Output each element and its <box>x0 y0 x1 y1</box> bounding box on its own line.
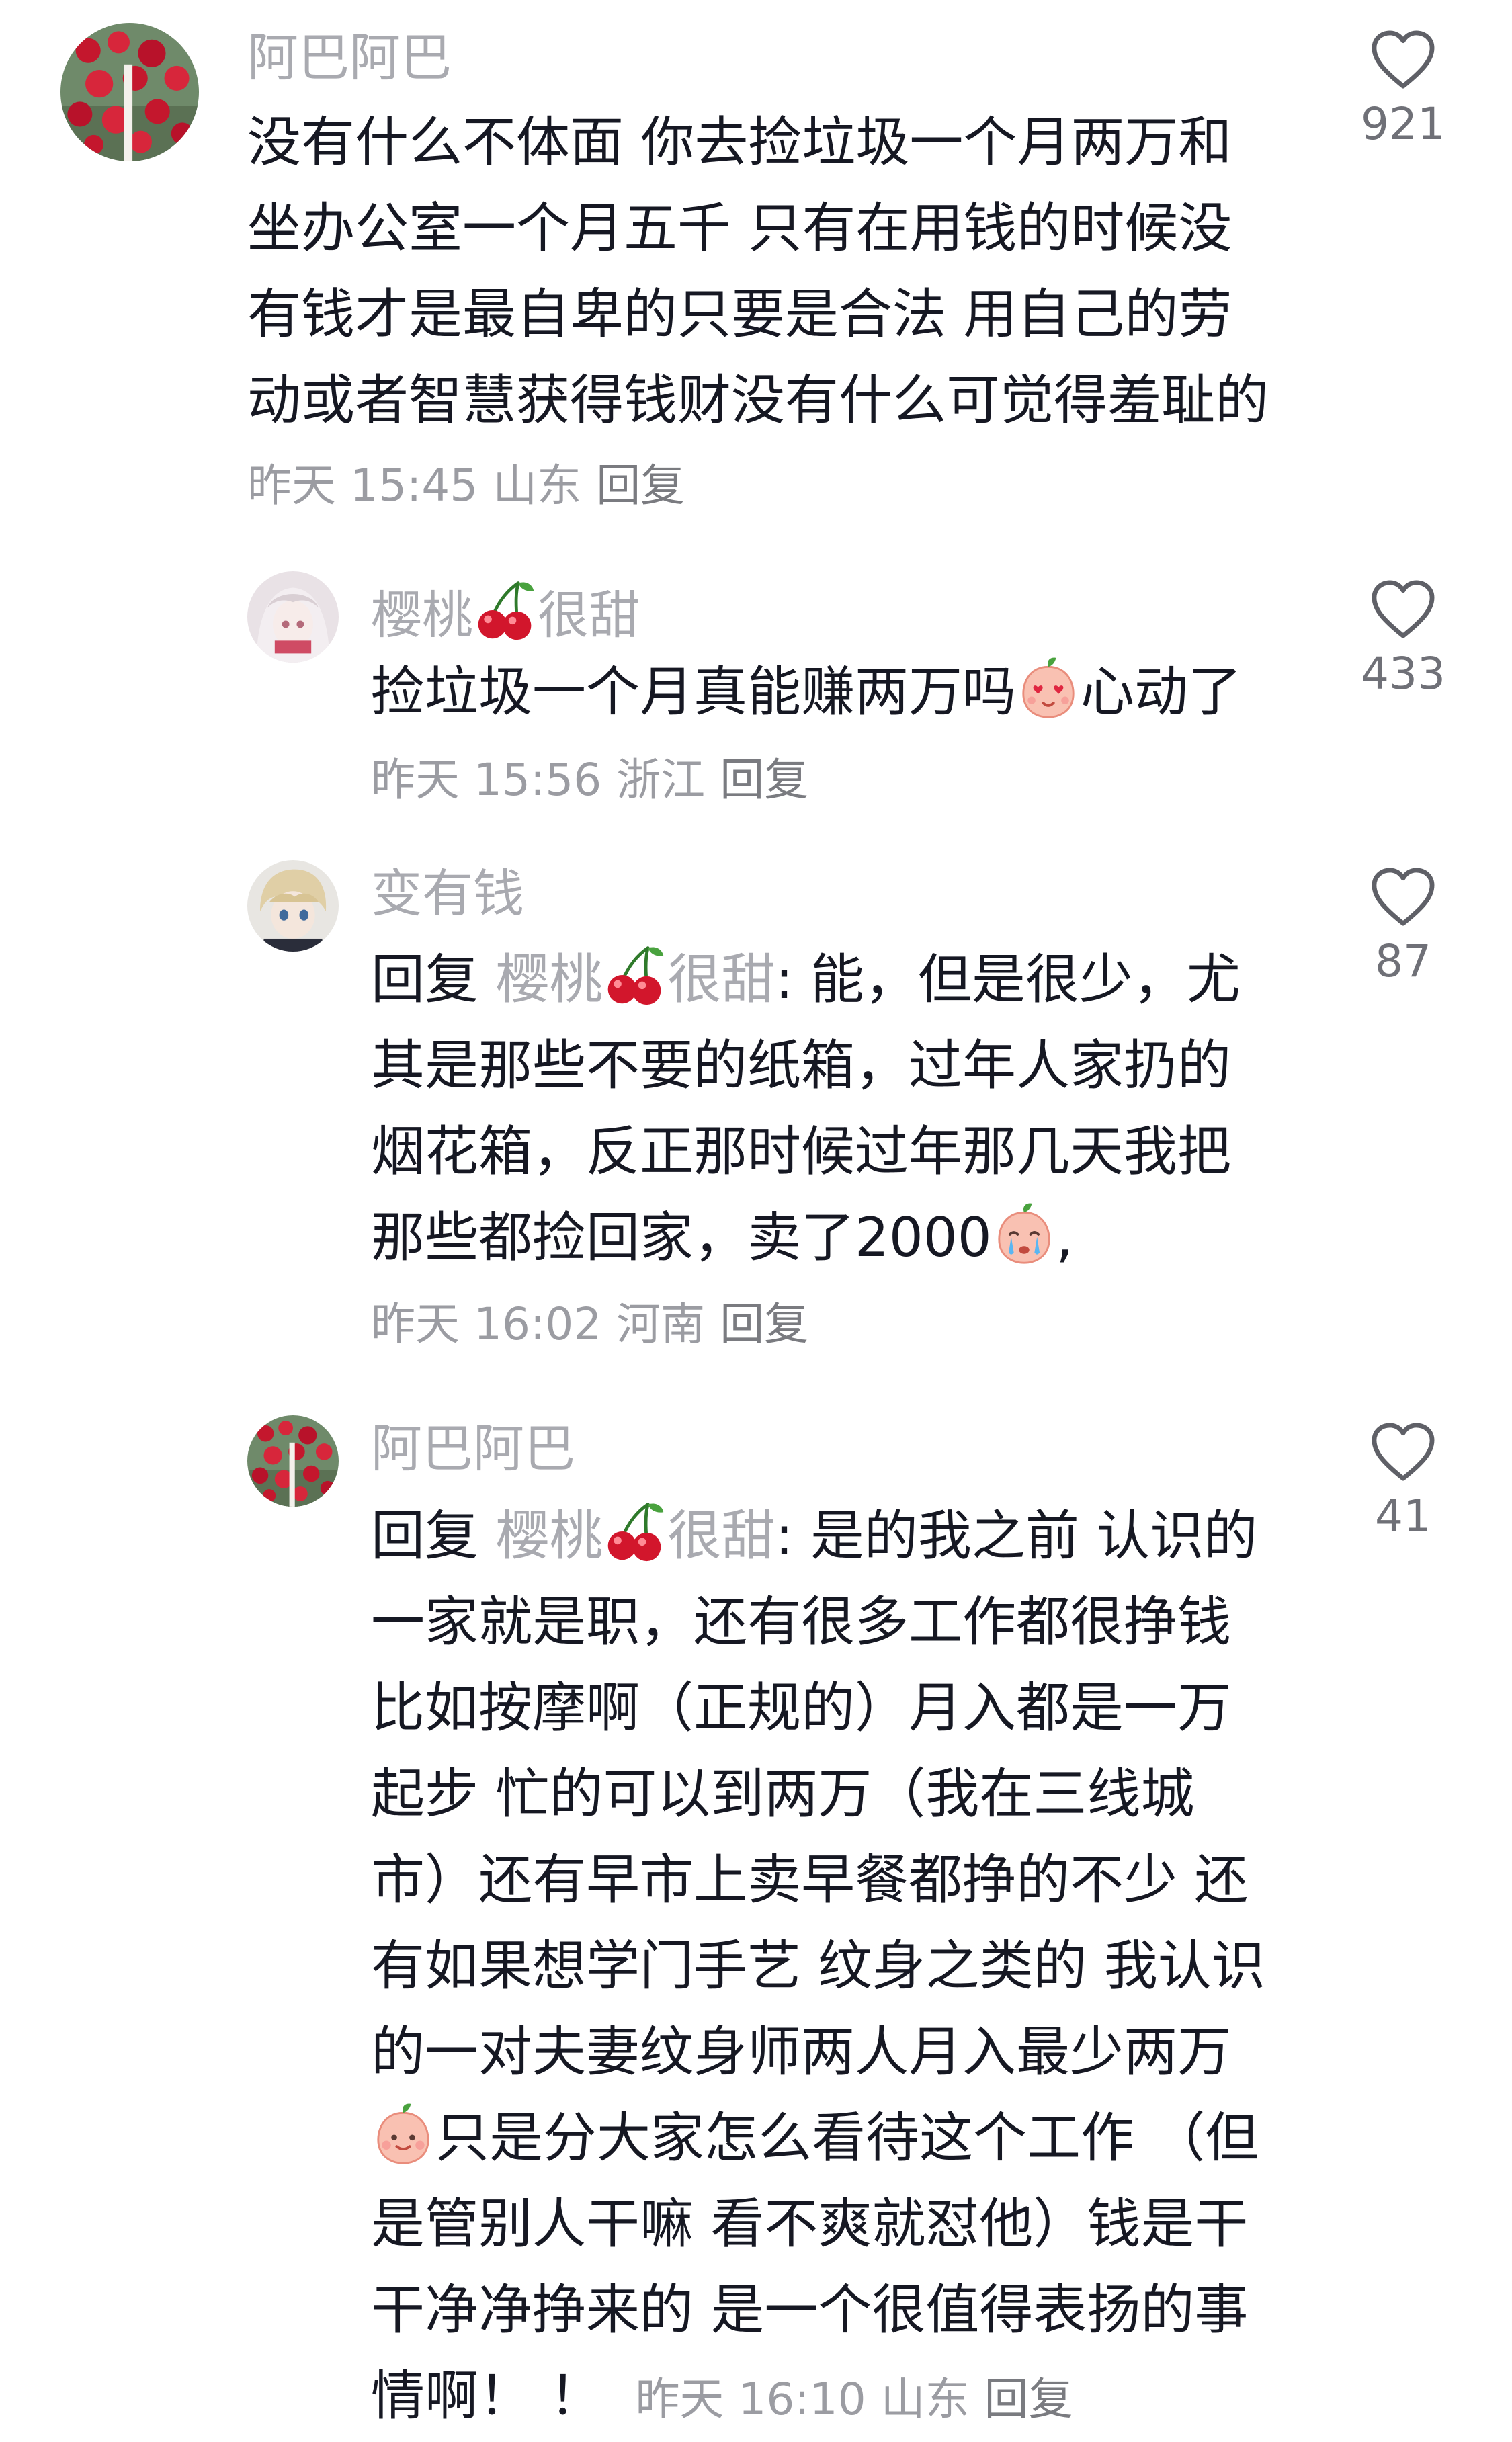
comment-text-line: 干净净挣来的 是一个很值得表扬的事 <box>371 2279 1249 2341</box>
comment-meta: 昨天 16:10 山东 回复 <box>635 2373 1087 2425</box>
heart-outline-icon <box>1370 30 1436 90</box>
cherry-emoji <box>603 943 667 1007</box>
comment-location: 河南 <box>616 1298 706 1350</box>
peach-crying-emoji <box>992 1201 1056 1265</box>
comment-text-line: 比如按摩啊（正规的）月入都是一万 <box>371 1677 1231 1739</box>
avatar[interactable] <box>247 1415 339 1507</box>
avatar[interactable] <box>247 860 339 952</box>
comment-text-line: 一家就是职，还有很多工作都很挣钱 <box>371 1591 1231 1653</box>
username-text: 樱桃 <box>371 585 473 645</box>
heart-outline-icon <box>1370 867 1436 927</box>
like-button[interactable]: 433 <box>1343 579 1464 696</box>
username-text: 樱桃 <box>495 1505 603 1567</box>
comment-text: 没有什么不体面 你去捡垃圾一个月两万和 坐办公室一个月五千 只有在用钱的时候没 … <box>247 99 1269 444</box>
comment-text-segment: 捡垃圾一个月真能赚两万吗 <box>371 661 1016 723</box>
username-text: 很甜 <box>667 1505 775 1567</box>
username-text: 很甜 <box>667 948 775 1011</box>
avatar[interactable] <box>247 571 339 663</box>
comment-username[interactable]: 阿巴阿巴 <box>371 1423 575 1474</box>
avatar-image <box>60 23 199 161</box>
comment-time: 昨天 15:45 <box>247 460 478 511</box>
peach-heart-eyes-emoji <box>1016 655 1081 720</box>
comment-username[interactable]: 阿巴阿巴 <box>247 32 452 83</box>
comment-text-segment: 情啊！ ！ <box>371 2365 603 2427</box>
comment-text: 捡垃圾一个月真能赚两万吗 心动了 <box>371 649 1242 735</box>
comment-location: 浙江 <box>616 754 706 806</box>
reply-to-username[interactable]: 樱桃 很甜 <box>495 948 775 1011</box>
like-count: 921 <box>1361 98 1445 150</box>
comment-meta: 昨天 16:02 河南 回复 <box>371 1302 823 1347</box>
comment-text-line: 的一对夫妻纹身师两人月入最少两万 <box>371 2021 1231 2083</box>
comment-text-line: 烟花箱，反正那时候过年那几天我把 <box>371 1120 1231 1183</box>
reply-prefix: 回复 <box>371 1505 478 1567</box>
reply-button[interactable]: 回复 <box>720 1298 808 1350</box>
username-text: 樱桃 <box>495 948 603 1011</box>
like-count: 433 <box>1361 648 1445 700</box>
avatar[interactable] <box>60 23 199 161</box>
comment-text-segment: 那些都捡回家，卖了2000 <box>371 1206 992 1269</box>
comment-text: 回复 樱桃 很甜: 是的我之前 认识的 一家就是职，还有很多工作都很挣钱 比如按摩… <box>371 1493 1265 2439</box>
username-text: 很甜 <box>538 585 640 645</box>
like-button[interactable]: 921 <box>1343 30 1464 146</box>
comment-time: 昨天 16:10 <box>635 2373 866 2425</box>
heart-outline-icon <box>1370 1422 1436 1482</box>
comment-text: 回复 樱桃 很甜: 能，但是很少，尤 其是那些不要的纸箱，过年人家扔的 烟花箱，反… <box>371 937 1241 1281</box>
comment-meta: 昨天 15:56 浙江 回复 <box>371 758 823 802</box>
comment-time: 昨天 16:02 <box>371 1298 602 1350</box>
comment-text-line: 只是分大家怎么看待这个工作 （但 <box>371 2095 1265 2181</box>
comment-location: 山东 <box>880 2373 970 2425</box>
avatar-image <box>247 860 339 952</box>
cherry-emoji <box>473 578 538 642</box>
reply-to-username[interactable]: 樱桃 很甜 <box>495 1505 775 1567</box>
comment-text-line: 起步 忙的可以到两万（我在三线城 <box>371 1763 1195 1825</box>
reply-prefix: 回复 <box>371 948 478 1011</box>
like-count: 87 <box>1375 935 1431 987</box>
like-count: 41 <box>1375 1490 1431 1542</box>
comment-text-segment: : 能，但是很少，尤 <box>775 948 1241 1011</box>
comment-text-line: 是管别人干嘛 看不爽就怼他）钱是干 <box>371 2193 1249 2255</box>
comment-location: 山东 <box>493 460 582 511</box>
comment-text-line: 坐办公室一个月五千 只有在用钱的时候没 <box>247 197 1232 259</box>
comment-text-line: 其是那些不要的纸箱，过年人家扔的 <box>371 1034 1231 1097</box>
avatar-image <box>247 1415 339 1507</box>
comment-text-line: 有钱才是最自卑的只要是合法 用自己的劳 <box>247 283 1232 345</box>
comment-text-line: 捡垃圾一个月真能赚两万吗 心动了 <box>371 649 1242 735</box>
comment-username[interactable]: 樱桃 很甜 <box>371 578 640 642</box>
cherry-emoji <box>603 1499 667 1564</box>
comment-meta: 昨天 15:45 山东 回复 <box>247 464 700 508</box>
comment-text-line: 没有什么不体面 你去捡垃圾一个月两万和 <box>247 111 1232 173</box>
reply-button[interactable]: 回复 <box>720 754 808 806</box>
peach-smile-emoji <box>371 2101 435 2166</box>
comment-text-segment: : 是的我之前 认识的 <box>775 1505 1258 1567</box>
comment-time: 昨天 15:56 <box>371 754 602 806</box>
like-button[interactable]: 87 <box>1343 867 1464 984</box>
comment-text-line: 回复 樱桃 很甜: 能，但是很少，尤 <box>371 937 1241 1023</box>
reply-button[interactable]: 回复 <box>984 2373 1073 2425</box>
comment-text-line: 有如果想学门手艺 纹身之类的 我认识 <box>371 1935 1265 1997</box>
comment-text-segment: 心动了 <box>1081 661 1242 723</box>
reply-button[interactable]: 回复 <box>596 460 685 511</box>
comment-text-segment: , <box>1056 1206 1074 1269</box>
comment-text-segment: 只是分大家怎么看待这个工作 （但 <box>435 2107 1259 2169</box>
heart-outline-icon <box>1370 579 1436 640</box>
comment-text-line: 情啊！ ！ 昨天 16:10 山东 回复 <box>371 2353 1265 2439</box>
avatar-image <box>247 571 339 663</box>
like-button[interactable]: 41 <box>1343 1422 1464 1539</box>
comment-text-line: 回复 樱桃 很甜: 是的我之前 认识的 <box>371 1493 1265 1579</box>
comment-username[interactable]: 变有钱 <box>371 868 524 919</box>
comment-text-line: 市）还有早市上卖早餐都挣的不少 还 <box>371 1849 1249 1911</box>
comment-text-line: 那些都捡回家，卖了2000, <box>371 1195 1241 1281</box>
comment-text-line: 动或者智慧获得钱财没有什么可觉得羞耻的 <box>247 369 1269 431</box>
